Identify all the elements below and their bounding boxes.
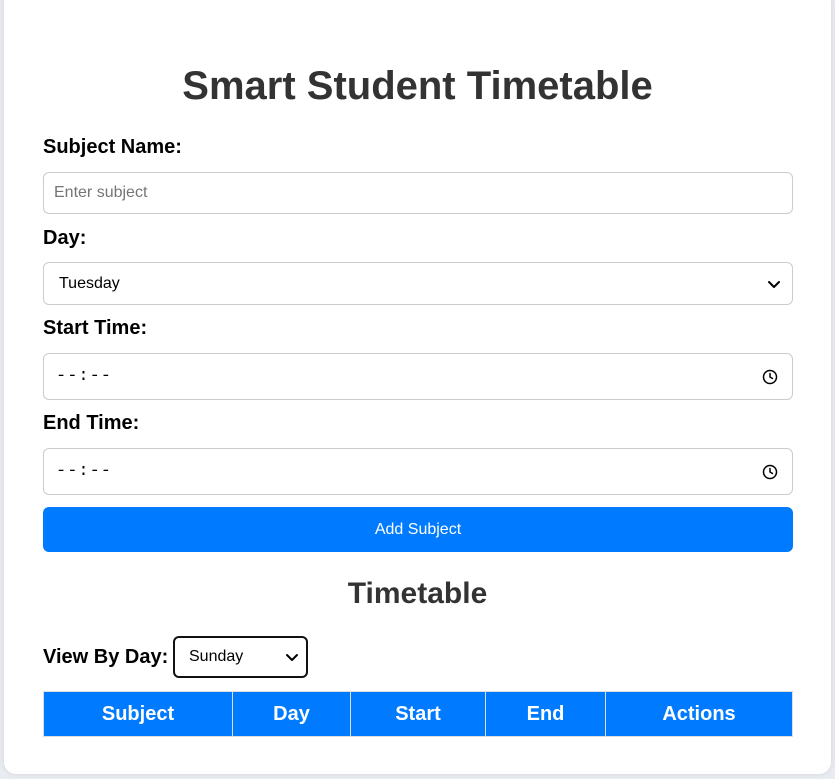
- day-select[interactable]: Tuesday: [43, 262, 793, 305]
- column-header-actions: Actions: [605, 691, 793, 737]
- timetable-table: Subject Day Start End Actions: [43, 691, 793, 737]
- view-by-day-value: Sunday: [189, 648, 244, 665]
- chevron-down-icon: [286, 654, 298, 661]
- end-time-label: End Time:: [43, 412, 140, 434]
- start-time-input[interactable]: --:--: [43, 353, 793, 400]
- view-by-day-select[interactable]: Sunday: [173, 636, 308, 678]
- timetable-heading: Timetable: [347, 577, 488, 610]
- page-title: Smart Student Timetable: [182, 64, 653, 108]
- add-subject-button[interactable]: Add Subject: [43, 507, 793, 552]
- day-label: Day:: [43, 227, 87, 249]
- day-select-value: Tuesday: [59, 274, 120, 292]
- clock-icon[interactable]: [762, 464, 778, 480]
- end-time-value: --:--: [56, 462, 113, 481]
- start-time-label: Start Time:: [43, 317, 148, 339]
- clock-icon[interactable]: [762, 369, 778, 385]
- chevron-down-icon: [768, 280, 780, 288]
- column-header-day: Day: [232, 691, 351, 737]
- column-header-subject: Subject: [43, 691, 233, 737]
- subject-input[interactable]: [43, 172, 793, 214]
- column-header-end: End: [485, 691, 606, 737]
- table-header-row: Subject Day Start End Actions: [43, 691, 793, 737]
- subject-name-label: Subject Name:: [43, 136, 182, 158]
- column-header-start: Start: [350, 691, 486, 737]
- view-by-day-label: View By Day:: [43, 646, 169, 668]
- end-time-input[interactable]: --:--: [43, 448, 793, 495]
- start-time-value: --:--: [56, 367, 113, 386]
